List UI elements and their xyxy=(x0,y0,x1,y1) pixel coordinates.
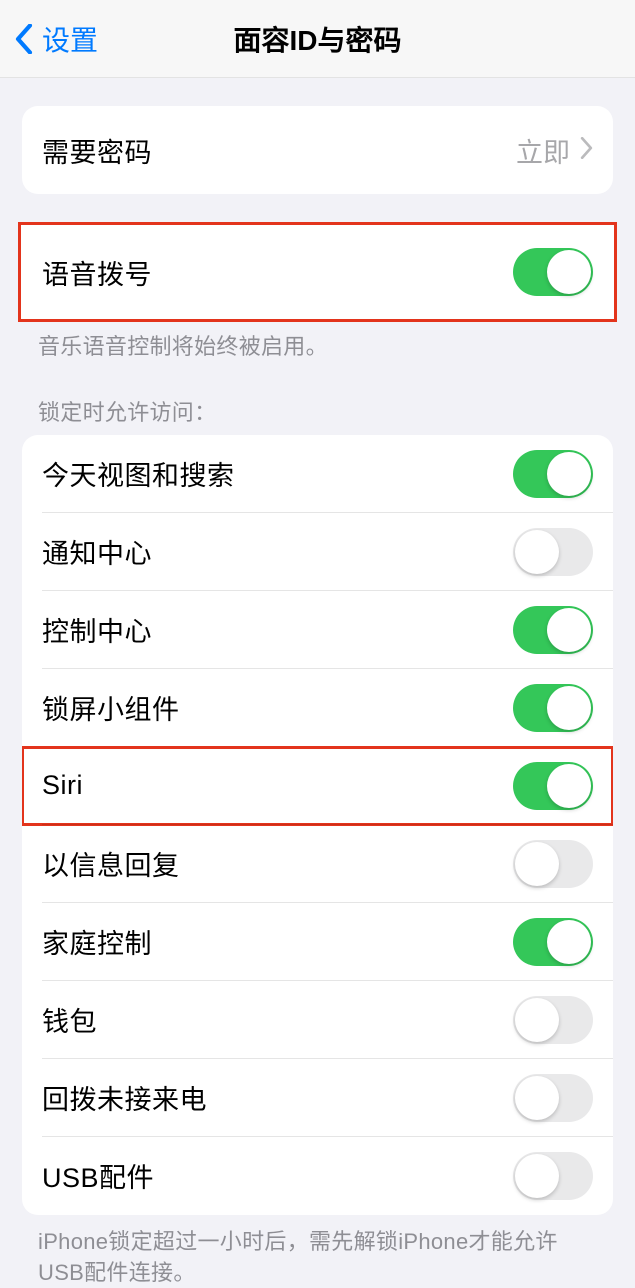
voice-dial-group: 语音拨号 xyxy=(20,224,615,320)
toggle-switch[interactable] xyxy=(513,684,593,732)
toggle-switch[interactable] xyxy=(513,528,593,576)
chevron-left-icon xyxy=(14,22,34,56)
toggle-switch[interactable] xyxy=(513,996,593,1044)
toggle-switch[interactable] xyxy=(513,1074,593,1122)
lock-access-row: 以信息回复 xyxy=(22,825,613,903)
row-label: 语音拨号 xyxy=(42,253,152,292)
lock-access-row: 锁屏小组件 xyxy=(22,669,613,747)
lock-access-row: 家庭控制 xyxy=(22,903,613,981)
voice-dial-footer: 音乐语音控制将始终被启用。 xyxy=(38,332,597,363)
lock-access-header: 锁定时允许访问： xyxy=(38,395,597,427)
lock-access-row: USB配件 xyxy=(22,1137,613,1215)
row-label: 今天视图和搜索 xyxy=(42,454,235,493)
lock-access-row: 控制中心 xyxy=(22,591,613,669)
voice-dial-toggle[interactable] xyxy=(513,248,593,296)
lock-access-row: 通知中心 xyxy=(22,513,613,591)
toggle-switch[interactable] xyxy=(513,762,593,810)
lock-access-group: 今天视图和搜索通知中心控制中心锁屏小组件 Siri 以信息回复家庭控制钱包回拨未接来… xyxy=(22,435,613,1215)
toggle-switch[interactable] xyxy=(513,840,593,888)
require-passcode-row[interactable]: 需要密码 立即 xyxy=(22,106,613,194)
chevron-right-icon xyxy=(580,137,593,164)
toggle-switch[interactable] xyxy=(513,450,593,498)
row-label: USB配件 xyxy=(42,1156,154,1195)
toggle-switch[interactable] xyxy=(513,1152,593,1200)
back-button[interactable]: 设置 xyxy=(0,19,98,59)
lock-access-row: Siri xyxy=(22,747,613,825)
row-label: 需要密码 xyxy=(42,131,152,170)
back-label: 设置 xyxy=(42,19,98,59)
row-label: 钱包 xyxy=(42,1000,97,1039)
lock-access-row: 今天视图和搜索 xyxy=(22,435,613,513)
row-label: 以信息回复 xyxy=(42,844,180,883)
voice-dial-row: 语音拨号 xyxy=(20,224,615,320)
row-value: 立即 xyxy=(516,131,570,170)
lock-access-row: 钱包 xyxy=(22,981,613,1059)
row-label: 通知中心 xyxy=(42,532,152,571)
toggle-switch[interactable] xyxy=(513,606,593,654)
row-label: Siri xyxy=(42,770,83,801)
row-label: 锁屏小组件 xyxy=(42,688,180,727)
row-label: 回拨未接来电 xyxy=(42,1078,207,1117)
passcode-group: 需要密码 立即 xyxy=(22,106,613,194)
navbar: 设置 面容ID与密码 xyxy=(0,0,635,78)
toggle-switch[interactable] xyxy=(513,918,593,966)
row-label: 家庭控制 xyxy=(42,922,152,961)
row-label: 控制中心 xyxy=(42,610,152,649)
lock-access-footer: iPhone锁定超过一小时后，需先解锁iPhone才能允许USB配件连接。 xyxy=(38,1227,597,1288)
lock-access-row: 回拨未接来电 xyxy=(22,1059,613,1137)
